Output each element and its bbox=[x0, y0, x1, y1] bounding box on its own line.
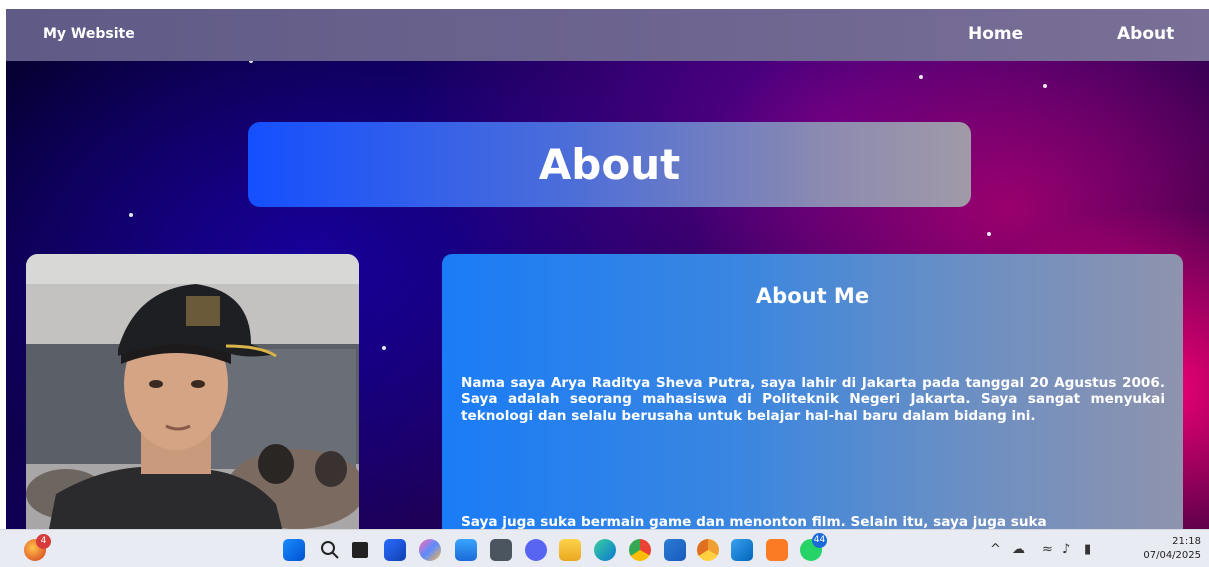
star-decoration bbox=[919, 75, 923, 79]
site-brand[interactable]: My Website bbox=[43, 26, 135, 42]
star-decoration bbox=[129, 213, 133, 217]
nav-link-home[interactable]: Home bbox=[968, 24, 1023, 44]
search-icon[interactable] bbox=[319, 539, 341, 561]
clock-time: 21:18 bbox=[1172, 536, 1201, 547]
star-decoration bbox=[382, 346, 386, 350]
system-clock[interactable]: 21:18 07/04/2025 bbox=[1133, 535, 1201, 563]
whatsapp-badge: 44 bbox=[812, 533, 827, 548]
vscode-icon[interactable] bbox=[731, 539, 753, 561]
browser-viewport: My Website Home About About About Me Nam… bbox=[6, 9, 1209, 529]
file-explorer-icon[interactable] bbox=[559, 539, 581, 561]
chrome-canary-icon[interactable] bbox=[697, 539, 719, 561]
profile-photo bbox=[26, 254, 359, 529]
chrome-icon[interactable] bbox=[629, 539, 651, 561]
copilot-icon[interactable] bbox=[419, 539, 441, 561]
word-icon[interactable] bbox=[664, 539, 686, 561]
start-icon[interactable] bbox=[283, 539, 305, 561]
edge-icon[interactable] bbox=[594, 539, 616, 561]
notepad-icon[interactable] bbox=[455, 539, 477, 561]
wifi-icon[interactable]: ≈ bbox=[1042, 542, 1053, 557]
task-view-icon[interactable] bbox=[352, 542, 368, 558]
cloud-icon[interactable]: ☁ bbox=[1012, 542, 1025, 557]
star-decoration bbox=[1043, 84, 1047, 88]
about-paragraph: Saya juga suka bermain game dan menonton… bbox=[461, 514, 1047, 529]
store-icon[interactable] bbox=[384, 539, 406, 561]
calculator-icon[interactable] bbox=[490, 539, 512, 561]
about-paragraph: Nama saya Arya Raditya Sheva Putra, saya… bbox=[461, 375, 1165, 424]
star-decoration bbox=[987, 232, 991, 236]
navbar: My Website Home About bbox=[6, 9, 1209, 61]
volume-icon[interactable]: ♪ bbox=[1062, 542, 1070, 557]
page-title: About bbox=[538, 140, 681, 189]
clock-date: 07/04/2025 bbox=[1143, 550, 1201, 561]
nav-link-about[interactable]: About bbox=[1117, 24, 1174, 44]
battery-icon[interactable]: ▮ bbox=[1084, 542, 1091, 557]
discord-icon[interactable] bbox=[525, 539, 547, 561]
xampp-icon[interactable] bbox=[766, 539, 788, 561]
taskbar: 4 44 ^ ☁ ≈ ♪ ▮ 21:18 07/04/2025 bbox=[0, 529, 1209, 567]
profile-photo-illustration bbox=[26, 254, 359, 529]
weather-badge: 4 bbox=[36, 534, 51, 549]
about-me-heading: About Me bbox=[755, 284, 870, 308]
chevron-up-icon[interactable]: ^ bbox=[990, 542, 1001, 557]
hero-banner: About bbox=[248, 122, 971, 207]
about-me-card: About Me Nama saya Arya Raditya Sheva Pu… bbox=[442, 254, 1183, 529]
